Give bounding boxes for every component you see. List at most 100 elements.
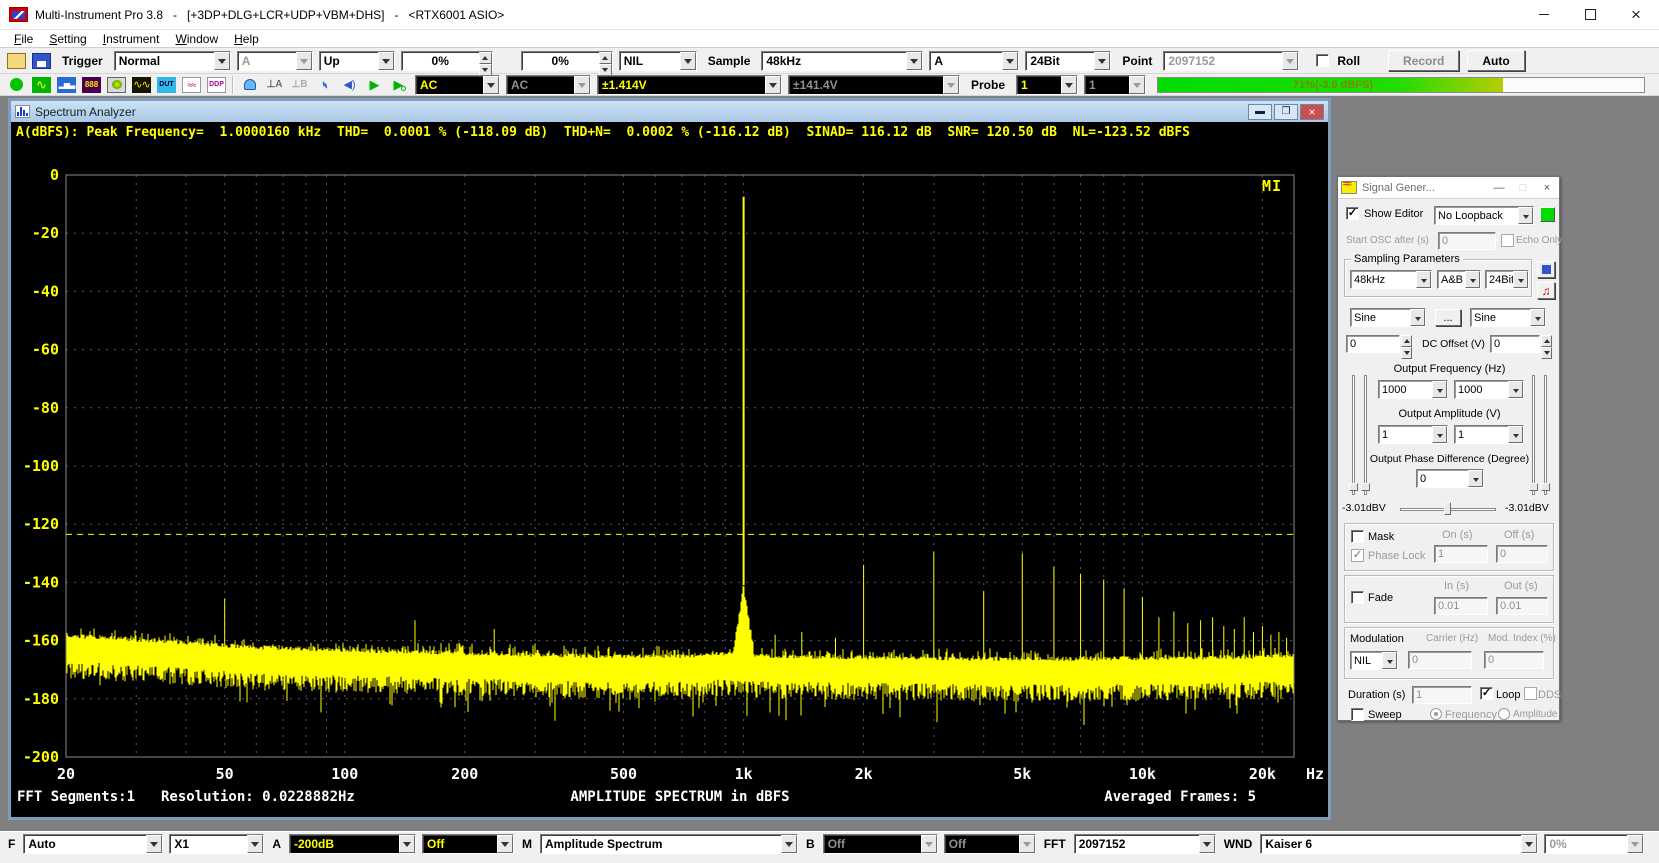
spectrum-analyzer-icon[interactable]: ▂▅▃ xyxy=(55,75,78,94)
save-waveform-icon[interactable] xyxy=(1537,261,1555,278)
window-minimize-button[interactable]: — xyxy=(1490,181,1508,195)
window-maximize-button[interactable]: ❐ xyxy=(1274,104,1298,120)
oscilloscope-icon[interactable]: ∿ xyxy=(30,75,53,94)
mask-checkbox[interactable] xyxy=(1351,530,1364,543)
chevron-down-icon[interactable] xyxy=(1518,207,1533,224)
trigger-hpf-select[interactable]: NIL xyxy=(619,51,697,71)
chevron-down-icon[interactable] xyxy=(214,52,230,70)
trigger-delay-spinner[interactable]: 0% xyxy=(521,51,613,71)
x-zoom-select[interactable]: X1 xyxy=(169,834,264,854)
loopback-select[interactable]: No Loopback xyxy=(1434,206,1534,225)
chevron-down-icon[interactable] xyxy=(1061,76,1077,94)
waveform-b-select[interactable]: Sine xyxy=(1470,308,1546,327)
menu-instrument[interactable]: Instrument xyxy=(95,31,168,47)
frequency-b-select[interactable]: 1000 xyxy=(1454,380,1524,399)
spectrum-window-titlebar[interactable]: Spectrum Analyzer ▬ ❐ × xyxy=(11,101,1328,122)
sample-bits-select[interactable]: 24Bit xyxy=(1025,51,1111,71)
chevron-down-icon[interactable] xyxy=(399,835,415,853)
chevron-down-icon[interactable] xyxy=(765,76,781,94)
close-button[interactable] xyxy=(1613,0,1659,29)
roll-checkbox[interactable] xyxy=(1316,54,1329,67)
fade-checkbox[interactable] xyxy=(1351,591,1364,604)
chevron-down-icon[interactable] xyxy=(1508,426,1523,443)
volume-icon[interactable]: ◀) xyxy=(338,75,361,94)
trigger-level-spinner[interactable]: 0% xyxy=(401,51,493,71)
probe-icon[interactable]: ⌁ xyxy=(313,75,336,94)
slider-handle[interactable] xyxy=(1361,483,1370,491)
window-function-select[interactable]: Kaiser 6 xyxy=(1260,834,1538,854)
play-output-icon[interactable]: ▶ xyxy=(388,75,411,94)
minimize-button[interactable] xyxy=(1521,0,1567,29)
dc-offset-b-spinner[interactable] xyxy=(1541,335,1552,353)
slider-handle[interactable] xyxy=(1541,483,1550,491)
fft-size-select[interactable]: 2097152 xyxy=(1074,834,1216,854)
slider-handle[interactable] xyxy=(1444,502,1451,515)
app-titlebar[interactable]: Multi-Instrument Pro 3.8 - [+3DP+DLG+LCR… xyxy=(0,0,1659,30)
frequency-a-select[interactable]: 1000 xyxy=(1378,380,1448,399)
trigger-mode-select[interactable]: Normal xyxy=(114,51,231,71)
amplitude-a-fine-slider[interactable] xyxy=(1364,375,1367,495)
generator-bits-select[interactable]: 24Bit xyxy=(1485,270,1529,289)
dc-offset-a-input[interactable]: 0 xyxy=(1346,335,1400,353)
sample-rate-select[interactable]: 48kHz xyxy=(761,51,923,71)
menu-setting[interactable]: Setting xyxy=(41,31,94,47)
input-a-icon[interactable]: ⊥A xyxy=(263,75,286,94)
chevron-down-icon[interactable] xyxy=(497,835,513,853)
loop-checkbox[interactable] xyxy=(1480,687,1493,700)
menu-file[interactable]: File xyxy=(6,31,41,47)
amplitude-a-slider[interactable] xyxy=(1352,375,1355,495)
amplitude-b-fine-slider[interactable] xyxy=(1544,375,1547,495)
spectrum-3d-icon[interactable] xyxy=(105,75,128,94)
chevron-down-icon[interactable] xyxy=(1508,381,1523,398)
signal-generator-titlebar[interactable]: Signal Gener... — □ × xyxy=(1338,177,1559,199)
trigger-edge-select[interactable]: Up xyxy=(319,51,395,71)
spectrum-plot[interactable]: 0-20-40-60-80-100-120-140-160-180-200205… xyxy=(11,145,1328,817)
chevron-down-icon[interactable] xyxy=(1468,470,1483,487)
sample-channel-select[interactable]: A xyxy=(929,51,1019,71)
chevron-down-icon[interactable] xyxy=(483,76,499,94)
chevron-down-icon[interactable] xyxy=(1432,381,1447,398)
probe-a-select[interactable]: 1 xyxy=(1016,75,1078,95)
run-icon[interactable] xyxy=(5,75,28,94)
slider-handle[interactable] xyxy=(1529,483,1538,491)
chevron-down-icon[interactable] xyxy=(1432,426,1447,443)
spin-up-icon[interactable] xyxy=(599,52,612,64)
chevron-down-icon[interactable] xyxy=(1199,835,1215,853)
amplitude-a-select[interactable]: 1 xyxy=(1378,425,1448,444)
show-editor-checkbox[interactable] xyxy=(1346,207,1359,220)
window-minimize-button[interactable]: ▬ xyxy=(1248,104,1272,120)
chevron-down-icon[interactable] xyxy=(247,835,263,853)
sweep-checkbox[interactable] xyxy=(1351,708,1364,721)
chevron-down-icon[interactable] xyxy=(1530,309,1545,326)
data-logger-icon[interactable]: ≈≈ xyxy=(180,75,203,94)
chevron-down-icon[interactable] xyxy=(1465,271,1480,288)
freq-axis-select[interactable]: Auto xyxy=(23,834,163,854)
chevron-down-icon[interactable] xyxy=(680,52,696,70)
range-a-select[interactable]: ±1.414V xyxy=(597,75,782,95)
menu-window[interactable]: Window xyxy=(167,31,226,47)
spin-up-icon[interactable] xyxy=(479,52,492,64)
play-icon[interactable]: ▶ xyxy=(363,75,386,94)
amplitude-b-select[interactable]: 1 xyxy=(1454,425,1524,444)
device-test-plan-icon[interactable]: DUT xyxy=(155,75,178,94)
phase-select[interactable]: 0 xyxy=(1416,469,1484,488)
generator-channels-select[interactable]: A&B xyxy=(1437,270,1481,289)
a-persistence-select[interactable]: Off xyxy=(422,834,514,854)
dc-offset-b-input[interactable]: 0 xyxy=(1490,335,1540,353)
slider-handle[interactable] xyxy=(1349,483,1358,491)
chevron-down-icon[interactable] xyxy=(378,52,394,70)
chevron-down-icon[interactable] xyxy=(1002,52,1018,70)
window-close-button[interactable]: × xyxy=(1300,104,1324,120)
calibration-icon[interactable] xyxy=(238,75,261,94)
display-mode-select[interactable]: Amplitude Spectrum xyxy=(540,834,798,854)
chevron-down-icon[interactable] xyxy=(906,52,922,70)
maximize-button[interactable] xyxy=(1567,0,1613,29)
chevron-down-icon[interactable] xyxy=(146,835,162,853)
multimeter-icon[interactable]: 888 xyxy=(80,75,103,94)
waveform-a-select[interactable]: Sine xyxy=(1350,308,1426,327)
chevron-down-icon[interactable] xyxy=(1513,271,1528,288)
open-icon[interactable] xyxy=(5,51,28,70)
dc-offset-a-spinner[interactable] xyxy=(1401,335,1412,353)
chevron-down-icon[interactable] xyxy=(1094,52,1110,70)
chevron-down-icon[interactable] xyxy=(1382,652,1397,669)
